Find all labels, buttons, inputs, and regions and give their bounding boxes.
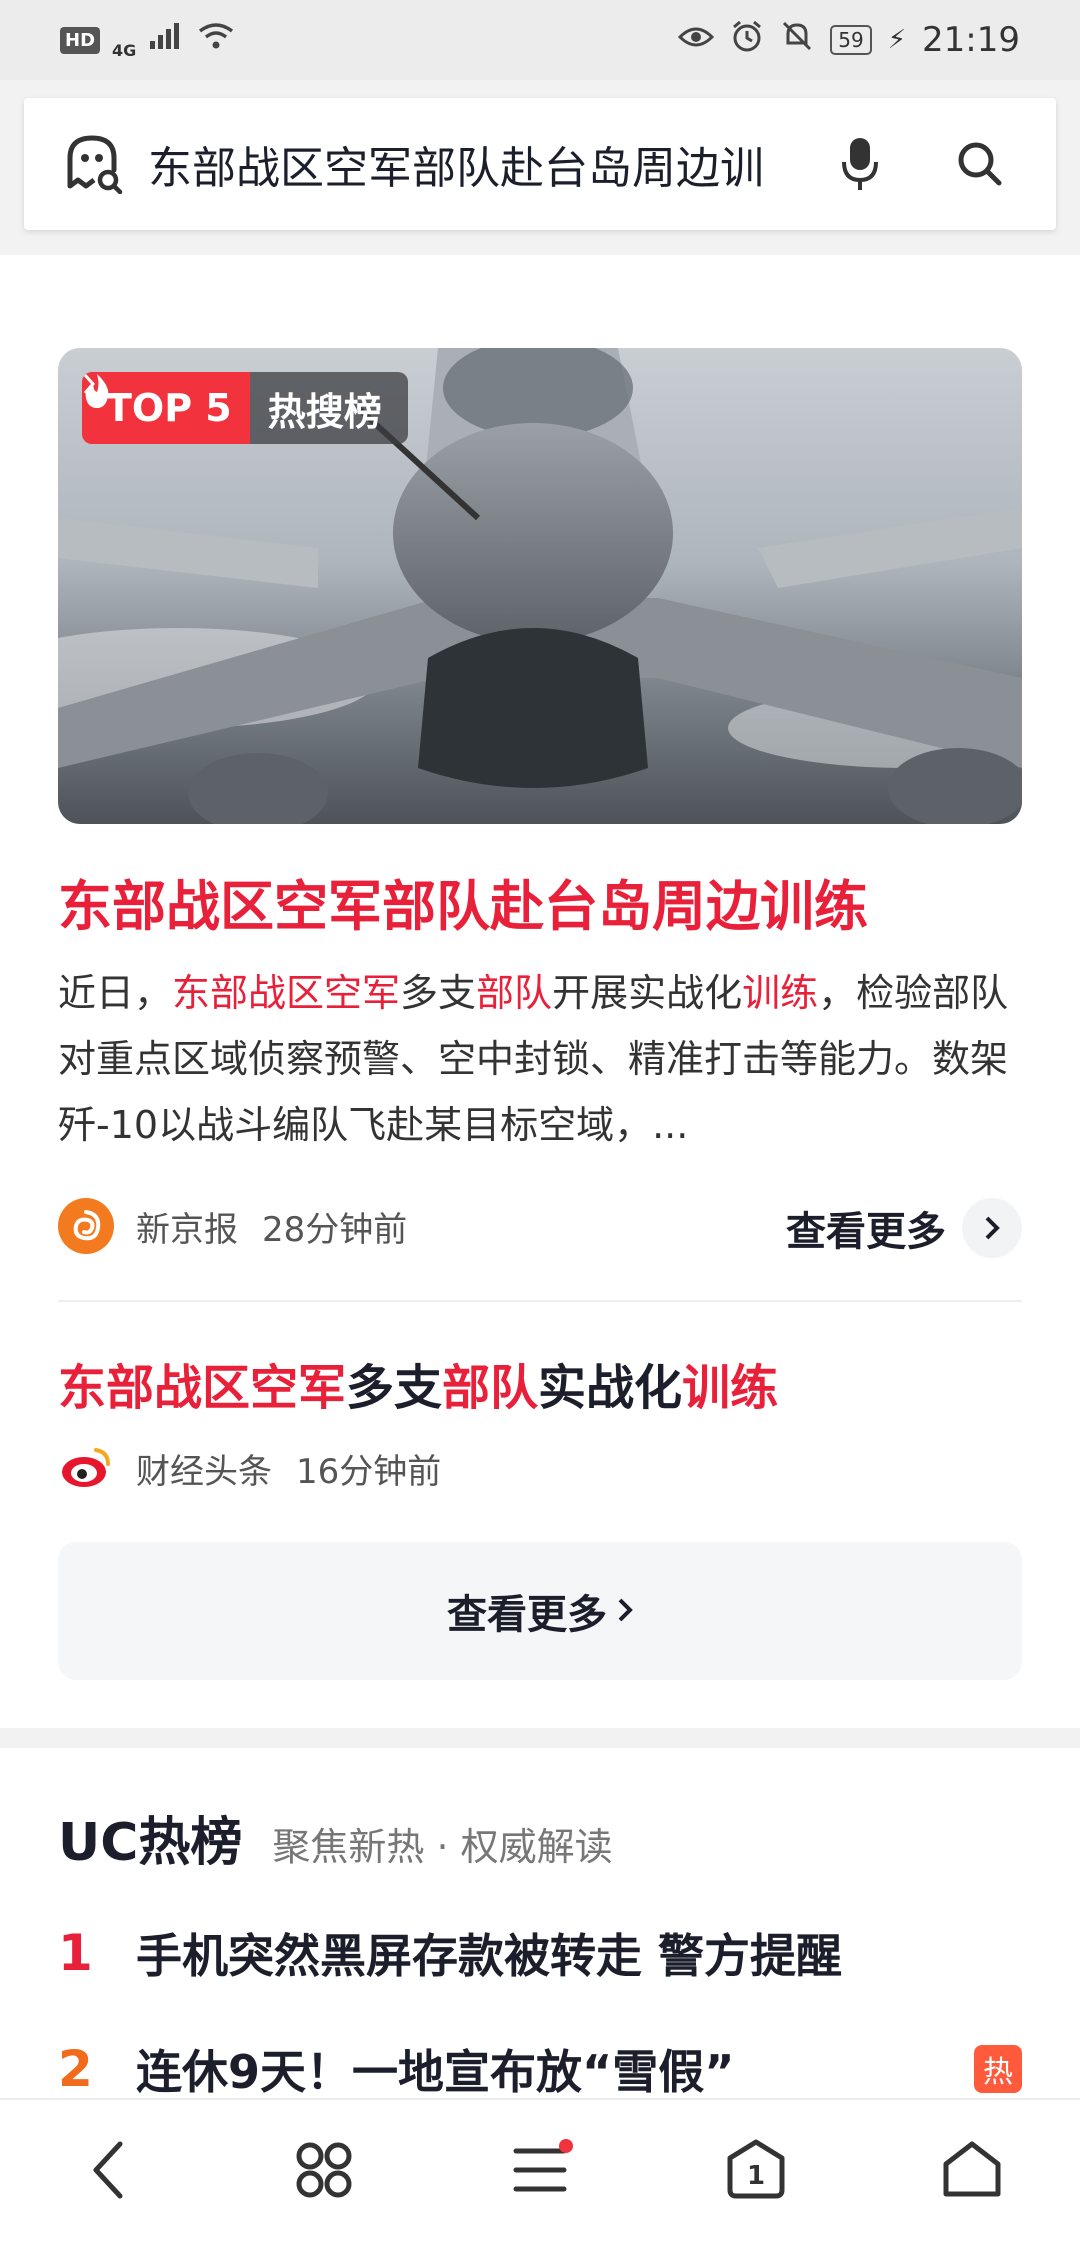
top-rank-label: TOP 5 [106, 386, 232, 430]
menu-icon [512, 2145, 568, 2199]
headline-text: 实战化 [538, 1360, 683, 1416]
alarm-icon [730, 19, 764, 61]
headline-highlight: 部队 [442, 1360, 539, 1416]
view-more-button[interactable]: 查看更多 [58, 1542, 1022, 1680]
uc-hot-header: UC热榜 聚焦新热 · 权威解读 [58, 1800, 613, 1875]
hot-title: 连休9天！一地宣布放“雪假” [136, 2045, 735, 2099]
summary-highlight: 部队 [476, 971, 553, 1015]
summary-text: 多支 [400, 971, 477, 1015]
uc-hot-subtitle: 聚焦新热 · 权威解读 [272, 1825, 613, 1869]
summary-highlight: 训练 [742, 971, 819, 1015]
eye-icon [678, 21, 715, 59]
hero-news-image[interactable]: TOP 5 热搜榜 [58, 348, 1022, 824]
search-icon[interactable] [940, 124, 1020, 204]
back-button[interactable] [53, 2117, 163, 2227]
network-label: 4G [112, 40, 137, 60]
hot-search-badge[interactable]: TOP 5 热搜榜 [82, 372, 408, 444]
battery-indicator: 59 [830, 25, 872, 55]
signal-icon [148, 21, 184, 59]
view-more-link[interactable]: 查看更多 [786, 1198, 1022, 1258]
top-rank-badge: TOP 5 [82, 372, 250, 444]
hot-list-item[interactable]: 2 连休9天！一地宣布放“雪假” 热 [58, 2036, 1022, 2102]
hd-indicator: HD [60, 26, 101, 54]
related-news-headline[interactable]: 东部战区空军多支部队实战化训练 [58, 1348, 778, 1418]
chevron-left-icon [90, 2140, 126, 2204]
news-meta: 新京报 28分钟前 [58, 1198, 407, 1254]
summary-highlight: 东部战区空军 [172, 971, 401, 1015]
hot-rank: 1 [58, 1924, 93, 1982]
menu-button[interactable] [485, 2117, 595, 2227]
section-divider [0, 1728, 1080, 1748]
search-header: 东部战区空军部队赴台岛周边训 [0, 80, 1080, 255]
headline-text: 多支 [346, 1360, 443, 1416]
clover-apps-icon [292, 2138, 356, 2206]
wifi-icon [196, 21, 236, 59]
view-more-button-label: 查看更多 [447, 1592, 607, 1638]
related-news-meta: 财经头条 16分钟前 [58, 1440, 441, 1496]
weibo-logo-icon [58, 1440, 114, 1496]
chevron-right-icon [962, 1198, 1022, 1258]
hot-board-link[interactable]: 热搜榜 [83, 372, 408, 444]
uc-ghost-logo-icon[interactable] [60, 130, 124, 198]
divider [58, 1300, 1022, 1302]
hot-title: 手机突然黑屏存款被转走 警方提醒 [136, 1929, 843, 1983]
home-icon [940, 2138, 1004, 2206]
news-headline[interactable]: 东部战区空军部队赴台岛周边训练 [58, 862, 868, 941]
search-box[interactable]: 东部战区空军部队赴台岛周边训 [24, 98, 1056, 230]
bottom-navigation: 1 [0, 2098, 1080, 2244]
svg-text:1: 1 [747, 2161, 765, 2191]
uc-hot-title: UC热榜 [58, 1813, 243, 1873]
chevron-right-icon [617, 1588, 633, 1634]
hot-rank: 2 [58, 2040, 93, 2098]
charging-icon: ⚡ [887, 25, 907, 55]
news-time: 16分钟前 [296, 1451, 442, 1492]
hot-tag-badge: 热 [974, 2045, 1022, 2093]
news-time: 28分钟前 [262, 1209, 408, 1250]
news-source: 财经头条 [136, 1451, 272, 1492]
search-input[interactable]: 东部战区空军部队赴台岛周边训 [148, 132, 790, 196]
tabs-icon: 1 [724, 2138, 788, 2206]
hot-list-item[interactable]: 1 手机突然黑屏存款被转走 警方提醒 [58, 1920, 1022, 1986]
headline-highlight: 训练 [682, 1360, 779, 1416]
notification-dot [559, 2139, 573, 2153]
microphone-icon[interactable] [820, 124, 900, 204]
apps-button[interactable] [269, 2117, 379, 2227]
clock: 21:19 [922, 20, 1020, 60]
hot-board-label: 热搜榜 [267, 389, 382, 434]
tabs-button[interactable]: 1 [701, 2117, 811, 2227]
summary-text: 开展实战化 [552, 971, 743, 1015]
mute-bell-icon [780, 19, 814, 61]
home-button[interactable] [917, 2117, 1027, 2227]
status-bar: HD 4G 59 ⚡ 21:19 [0, 0, 1080, 80]
news-summary[interactable]: 近日，东部战区空军多支部队开展实战化训练，检验部队对重点区域侦察预警、空中封锁、… [58, 960, 1022, 1158]
summary-text: 近日， [58, 971, 173, 1015]
headline-highlight: 东部战区空军 [58, 1360, 347, 1416]
view-more-label: 查看更多 [786, 1209, 946, 1255]
xinjingbao-logo-icon [58, 1198, 114, 1254]
news-source: 新京报 [136, 1209, 238, 1250]
